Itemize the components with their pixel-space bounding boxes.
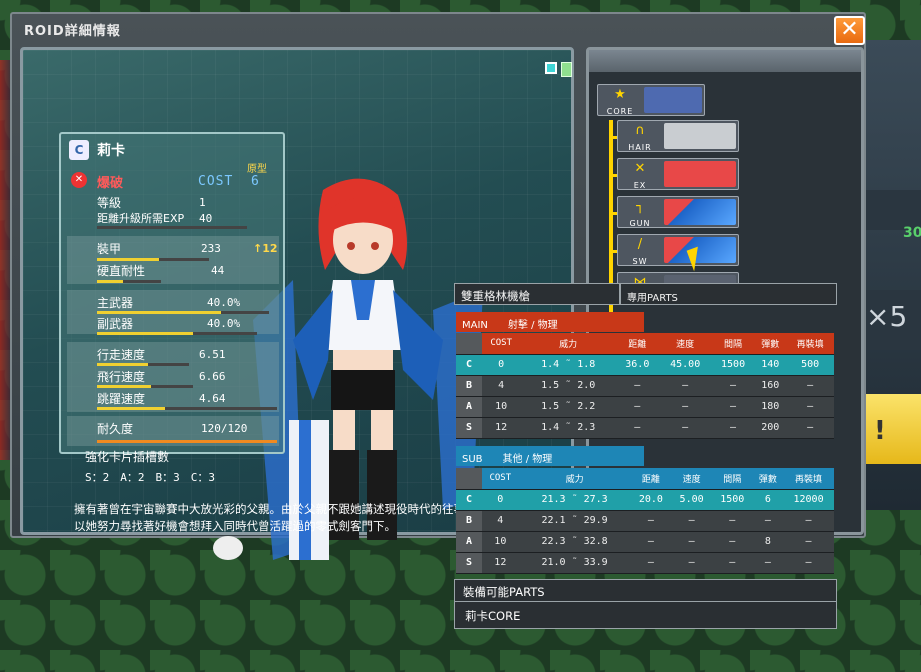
durability-bar bbox=[97, 440, 277, 443]
exp-value: 40 bbox=[199, 212, 213, 225]
walk-speed-value: 6.51 bbox=[199, 348, 226, 361]
table-row: C 0 1.4 ˜ 1.8 36.0 45.00 1500 140 500 bbox=[456, 354, 834, 376]
window-title: ROID詳細情報 bbox=[24, 24, 121, 39]
stiffness-bar bbox=[97, 280, 161, 283]
prototype-label: 原型 bbox=[247, 164, 267, 175]
background-number: 30 bbox=[903, 225, 921, 241]
main-weapon-value: 40.0% bbox=[207, 296, 241, 309]
sword-slot-label: SW bbox=[632, 257, 648, 266]
character-name: 莉卡 bbox=[97, 143, 125, 159]
fly-speed-bar bbox=[97, 385, 193, 388]
equippable-parts-box: 裝備可能PARTS 莉卡CORE bbox=[454, 579, 837, 629]
gun-icon: ┐ bbox=[636, 199, 644, 214]
armor-value: 233 bbox=[201, 242, 221, 255]
sub-section-label: SUB 其他 / 物理 bbox=[456, 446, 644, 466]
view-toggle-group bbox=[545, 62, 572, 77]
ex-slot-label: EX bbox=[633, 181, 647, 190]
jump-speed-label: 跳躍速度 bbox=[97, 392, 146, 406]
hair-icon: ∩ bbox=[635, 123, 645, 138]
cost-label: COST bbox=[198, 174, 234, 189]
table-row: C 0 21.3 ˜ 27.3 20.0 5.00 1500 6 12000 bbox=[456, 489, 834, 511]
table-row: B 4 1.5 ˜ 2.0– – –160– bbox=[456, 375, 834, 397]
armor-up-indicator: ↑12 bbox=[253, 242, 278, 255]
durability-value: 120/120 bbox=[201, 422, 248, 435]
hair-slot[interactable]: ∩ HAIR bbox=[617, 120, 739, 152]
sword-slot[interactable]: / SW bbox=[617, 234, 739, 266]
walk-speed-label: 行走速度 bbox=[97, 348, 146, 362]
roid-detail-window: ROID詳細情報 ✕ C 莉卡 原型 ✕ 爆破 COST 6 等級 1 距離升級… bbox=[10, 12, 866, 560]
parts-panel-header bbox=[589, 50, 861, 72]
weapon-name: 雙重格林機槍 bbox=[454, 283, 620, 305]
sub-weapon-value: 40.0% bbox=[207, 317, 241, 330]
character-description: 擁有著曾在宇宙聯賽中大放光彩的父親。由於父親不跟她講述現役時代的往事，所以她努力… bbox=[74, 502, 488, 533]
explosion-type-icon: ✕ bbox=[71, 172, 87, 188]
level-label: 等級 bbox=[97, 196, 122, 210]
card-slots-values: S：2 A：2 B：3 C：3 bbox=[85, 471, 215, 484]
level-value: 1 bbox=[199, 196, 206, 209]
close-button[interactable]: ✕ bbox=[834, 16, 865, 45]
sword-icon: / bbox=[637, 237, 643, 252]
equippable-parts-title: 裝備可能PARTS bbox=[463, 585, 545, 599]
jump-speed-value: 4.64 bbox=[199, 392, 226, 405]
rank-badge: C bbox=[69, 140, 89, 160]
core-thumbnail bbox=[644, 87, 702, 113]
star-icon: ★ bbox=[614, 87, 626, 102]
table-row: B 4 22.1 ˜ 29.9– – – – – bbox=[456, 510, 834, 532]
ex-icon: ✕ bbox=[634, 161, 646, 176]
main-weapon-label: 主武器 bbox=[97, 296, 134, 310]
hair-slot-label: HAIR bbox=[628, 143, 652, 152]
type-label: 爆破 bbox=[97, 176, 124, 191]
view-model-icon[interactable] bbox=[545, 62, 557, 74]
card-slots-title: 強化卡片插槽數 bbox=[85, 450, 170, 464]
paw-icon bbox=[213, 536, 243, 560]
gun-slot-label: GUN bbox=[629, 219, 651, 228]
main-weapon-table: COST 威力 距離 速度 間隔 彈數 再裝填 C 0 1.4 ˜ 1.8 36.0 45.00 1… bbox=[456, 333, 834, 439]
sub-weapon-table: COST 威力 距離 速度 間隔 彈數 再裝填 C 0 21.3 ˜ 27.3 20.0 5.00… bbox=[456, 468, 834, 574]
table-header-row: COST 威力 距離 速度 間隔 彈數 再裝填 bbox=[456, 468, 834, 490]
table-header-row: COST 威力 距離 速度 間隔 彈數 再裝填 bbox=[456, 333, 834, 355]
view-document-icon[interactable] bbox=[561, 62, 572, 77]
gun-thumbnail bbox=[664, 199, 736, 225]
armor-bar bbox=[97, 258, 209, 261]
stats-card: C 莉卡 原型 ✕ 爆破 COST 6 等級 1 距離升級所需EXP 40 裝甲… bbox=[59, 132, 285, 454]
main-section-label: MAIN 射擊 / 物理 bbox=[456, 312, 644, 332]
exp-label: 距離升級所需EXP bbox=[97, 212, 185, 225]
fly-speed-label: 飛行速度 bbox=[97, 370, 146, 384]
table-row: A 10 1.5 ˜ 2.2– – –180– bbox=[456, 396, 834, 418]
sub-weapon-label: 副武器 bbox=[97, 317, 134, 331]
background-multiplier: ×5 bbox=[866, 300, 908, 333]
background-yellow-banner: ! bbox=[862, 394, 921, 464]
equippable-parts-item: 莉卡CORE bbox=[465, 609, 521, 623]
jump-speed-bar bbox=[97, 407, 277, 410]
core-slot-label: CORE bbox=[606, 107, 634, 116]
ex-thumbnail bbox=[664, 161, 736, 187]
cost-value: 6 bbox=[250, 174, 260, 189]
armor-label: 裝甲 bbox=[97, 242, 122, 256]
gun-slot[interactable]: ┐ GUN bbox=[617, 196, 739, 228]
sub-weapon-bar bbox=[97, 332, 257, 335]
stiffness-value: 44 bbox=[211, 264, 225, 277]
stiffness-label: 硬直耐性 bbox=[97, 264, 146, 278]
hair-thumbnail bbox=[664, 123, 736, 149]
table-row: S 12 21.0 ˜ 33.9– – – – – bbox=[456, 552, 834, 574]
ex-slot[interactable]: ✕ EX bbox=[617, 158, 739, 190]
table-row: S 12 1.4 ˜ 2.3– – –200– bbox=[456, 417, 834, 439]
main-weapon-bar bbox=[97, 311, 269, 314]
fly-speed-value: 6.66 bbox=[199, 370, 226, 383]
weapon-tag: 專用PARTS bbox=[620, 283, 837, 305]
cost-display: COST 6 bbox=[198, 174, 260, 189]
table-row: A 10 22.3 ˜ 32.8– – –8– bbox=[456, 531, 834, 553]
durability-label: 耐久度 bbox=[97, 422, 134, 436]
exp-bar bbox=[97, 226, 247, 229]
walk-speed-bar bbox=[97, 363, 189, 366]
core-slot[interactable]: ★ CORE bbox=[597, 84, 705, 116]
